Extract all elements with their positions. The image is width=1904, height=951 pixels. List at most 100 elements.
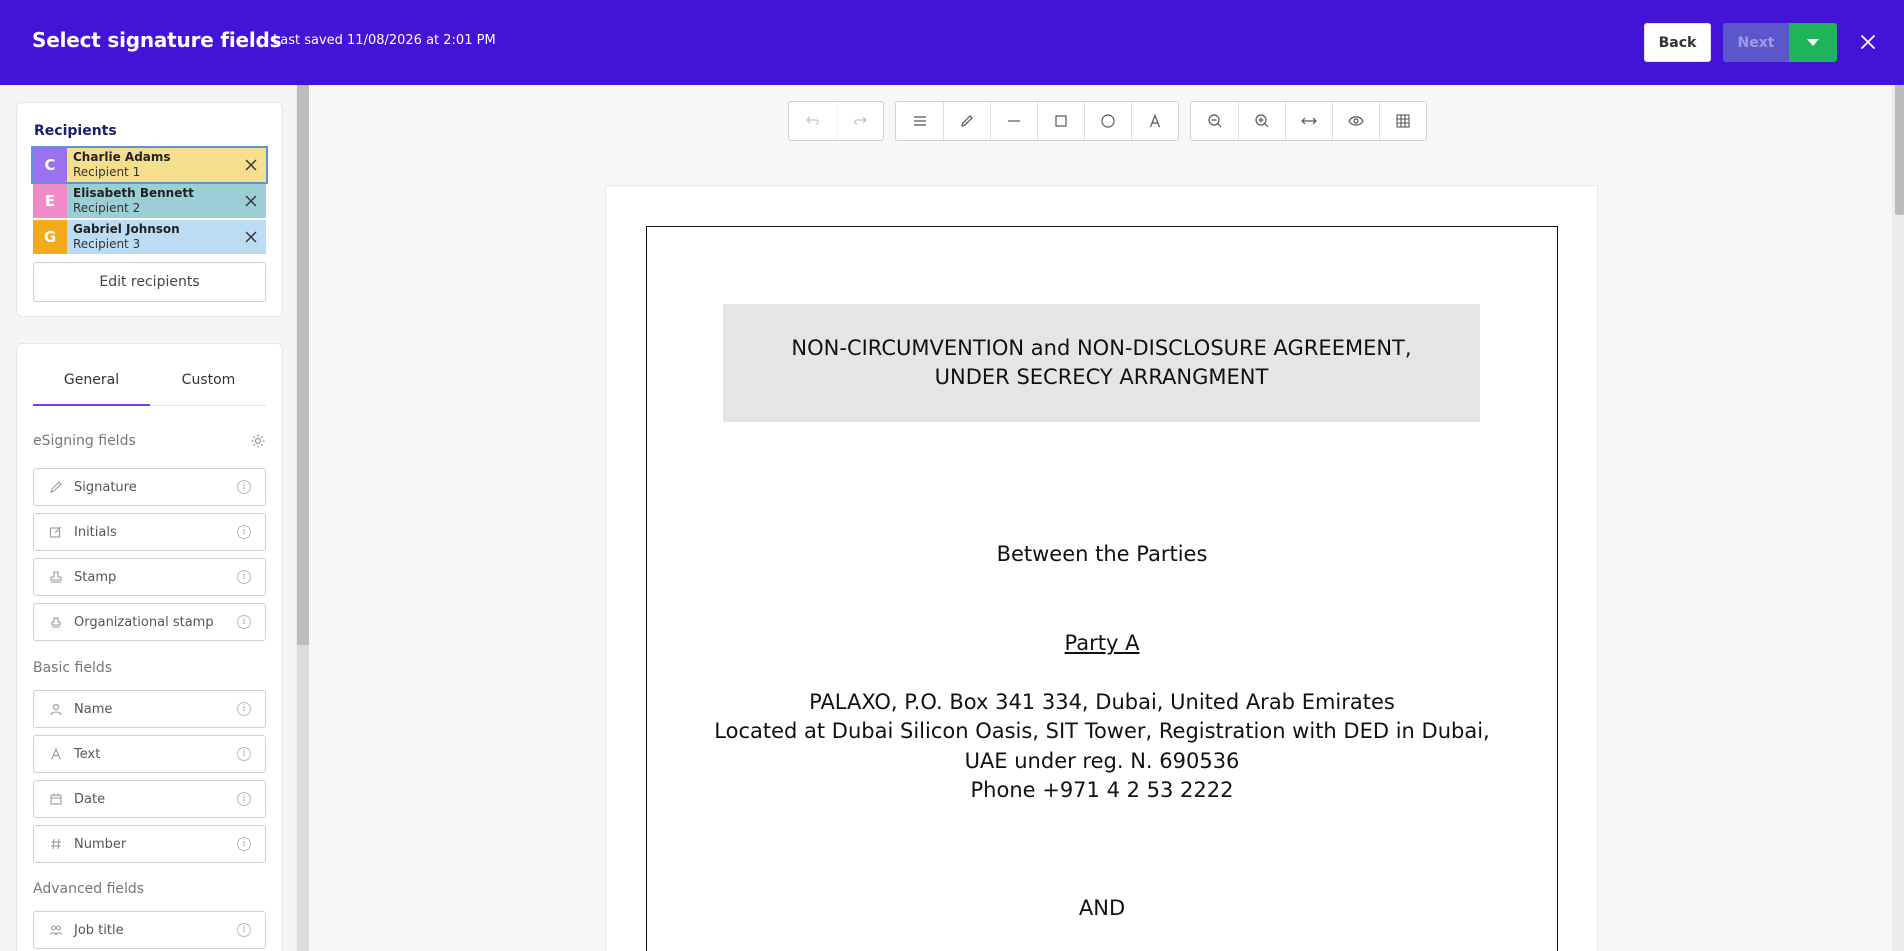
field-label: Name bbox=[74, 701, 113, 717]
info-icon[interactable]: i bbox=[237, 525, 251, 539]
preview-button[interactable] bbox=[1332, 102, 1379, 140]
undo-icon bbox=[805, 116, 819, 125]
info-icon[interactable]: i bbox=[237, 923, 251, 937]
recipient-info: Elisabeth Bennett Recipient 2 bbox=[67, 184, 236, 218]
info-icon[interactable]: i bbox=[237, 480, 251, 494]
circle-button[interactable] bbox=[1084, 102, 1131, 140]
edit-icon bbox=[48, 524, 64, 540]
heading-line: NON-CIRCUMVENTION and NON-DISCLOSURE AGR… bbox=[791, 336, 1412, 360]
text-tool-button[interactable] bbox=[1131, 102, 1178, 140]
field-initials[interactable]: Initials i bbox=[33, 513, 266, 551]
info-icon[interactable]: i bbox=[237, 792, 251, 806]
field-label: Number bbox=[74, 836, 127, 852]
remove-recipient-button[interactable] bbox=[236, 220, 266, 254]
field-text[interactable]: Text i bbox=[33, 735, 266, 773]
history-toolbar bbox=[788, 101, 884, 141]
zoom-out-button[interactable] bbox=[1191, 102, 1238, 140]
address-line: Located at Dubai Silicon Oasis, SIT Towe… bbox=[714, 719, 1490, 743]
advanced-fields-label: Advanced fields bbox=[33, 881, 145, 897]
undo-button[interactable] bbox=[789, 102, 836, 140]
pencil-icon bbox=[961, 115, 973, 127]
recipient-role: Recipient 2 bbox=[73, 201, 141, 215]
line-button[interactable] bbox=[990, 102, 1037, 140]
sidebar-scrollbar[interactable] bbox=[297, 85, 309, 951]
info-icon[interactable]: i bbox=[237, 615, 251, 629]
last-saved-status: Last saved 11/08/2026 at 2:01 PM bbox=[273, 33, 496, 48]
rectangle-button[interactable] bbox=[1037, 102, 1084, 140]
field-organizational-stamp[interactable]: Organizational stamp i bbox=[33, 603, 266, 641]
phone-line: Phone +971 4 2 53 2222 bbox=[970, 778, 1234, 802]
back-button[interactable]: Back bbox=[1644, 23, 1711, 62]
recipient-row[interactable]: G Gabriel Johnson Recipient 3 bbox=[33, 220, 266, 254]
recipient-row[interactable]: E Elisabeth Bennett Recipient 2 bbox=[33, 184, 266, 218]
recipient-info: Charlie Adams Recipient 1 bbox=[67, 148, 236, 182]
field-name[interactable]: Name i bbox=[33, 690, 266, 728]
job-icon bbox=[48, 922, 64, 938]
gear-icon[interactable] bbox=[250, 433, 266, 449]
field-number[interactable]: Number i bbox=[33, 825, 266, 863]
menu-button[interactable] bbox=[896, 102, 943, 140]
address-line: PALAXO, P.O. Box 341 334, Dubai, United … bbox=[809, 690, 1395, 714]
header-bar: Select signature fields Last saved 11/08… bbox=[0, 0, 1904, 85]
info-icon[interactable]: i bbox=[237, 570, 251, 584]
recipient-role: Recipient 3 bbox=[73, 237, 141, 251]
field-label: Signature bbox=[74, 479, 137, 495]
recipient-name: Elisabeth Bennett bbox=[73, 186, 194, 200]
field-job-title[interactable]: Job title i bbox=[33, 911, 266, 949]
heading-line: UNDER SECRECY ARRANGMENT bbox=[934, 365, 1269, 389]
esigning-fields-label: eSigning fields bbox=[33, 433, 136, 449]
eye-icon bbox=[1348, 116, 1364, 126]
next-button[interactable]: Next bbox=[1723, 23, 1789, 62]
info-icon[interactable]: i bbox=[237, 747, 251, 761]
circle-icon bbox=[1101, 114, 1115, 128]
close-icon bbox=[245, 231, 257, 243]
field-label: Job title bbox=[74, 922, 124, 938]
document-scrollbar[interactable] bbox=[1892, 85, 1904, 951]
chevron-down-icon bbox=[1807, 39, 1819, 46]
document-scroll-thumb[interactable] bbox=[1895, 85, 1904, 215]
recipients-panel: Recipients C Charlie Adams Recipient 1 E… bbox=[16, 102, 283, 317]
field-signature[interactable]: Signature i bbox=[33, 468, 266, 506]
text-icon bbox=[1149, 114, 1161, 128]
tab-custom[interactable]: Custom bbox=[150, 372, 267, 402]
between-parties-text: Between the Parties bbox=[996, 542, 1208, 566]
field-label: Stamp bbox=[74, 569, 117, 585]
sidebar-scroll-thumb[interactable] bbox=[297, 85, 309, 645]
recipient-info: Gabriel Johnson Recipient 3 bbox=[67, 220, 236, 254]
stamp-icon bbox=[48, 569, 64, 585]
field-date[interactable]: Date i bbox=[33, 780, 266, 818]
field-label: Initials bbox=[74, 524, 117, 540]
fields-panel: General Custom eSigning fields Signature… bbox=[16, 343, 283, 951]
info-icon[interactable]: i bbox=[237, 702, 251, 716]
recipient-name: Charlie Adams bbox=[73, 150, 171, 164]
edit-recipients-button[interactable]: Edit recipients bbox=[33, 262, 266, 302]
fit-width-button[interactable] bbox=[1285, 102, 1332, 140]
and-text: AND bbox=[1078, 896, 1126, 920]
info-icon[interactable]: i bbox=[237, 837, 251, 851]
grid-icon bbox=[1396, 114, 1410, 128]
next-options-button[interactable] bbox=[1789, 23, 1837, 62]
person-icon bbox=[48, 701, 64, 717]
close-icon bbox=[245, 195, 257, 207]
close-button[interactable] bbox=[1858, 30, 1878, 54]
zoom-in-button[interactable] bbox=[1238, 102, 1285, 140]
tab-general[interactable]: General bbox=[33, 372, 150, 402]
recipient-avatar: G bbox=[33, 220, 67, 254]
page-title: Select signature fields bbox=[32, 28, 282, 52]
active-tab-indicator bbox=[33, 404, 150, 406]
field-stamp[interactable]: Stamp i bbox=[33, 558, 266, 596]
recipient-avatar: E bbox=[33, 184, 67, 218]
recipient-row[interactable]: C Charlie Adams Recipient 1 bbox=[31, 146, 268, 184]
redo-button[interactable] bbox=[836, 102, 883, 140]
hash-icon bbox=[48, 836, 64, 852]
field-label: Text bbox=[74, 746, 101, 762]
remove-recipient-button[interactable] bbox=[236, 184, 266, 218]
line-icon bbox=[1008, 120, 1020, 122]
party-a-heading: Party A bbox=[646, 629, 1558, 658]
field-label: Organizational stamp bbox=[74, 614, 214, 630]
grid-button[interactable] bbox=[1379, 102, 1426, 140]
pencil-button[interactable] bbox=[943, 102, 990, 140]
document-heading: NON-CIRCUMVENTION and NON-DISCLOSURE AGR… bbox=[723, 304, 1480, 422]
remove-recipient-button[interactable] bbox=[236, 148, 266, 182]
view-toolbar bbox=[1190, 101, 1427, 141]
